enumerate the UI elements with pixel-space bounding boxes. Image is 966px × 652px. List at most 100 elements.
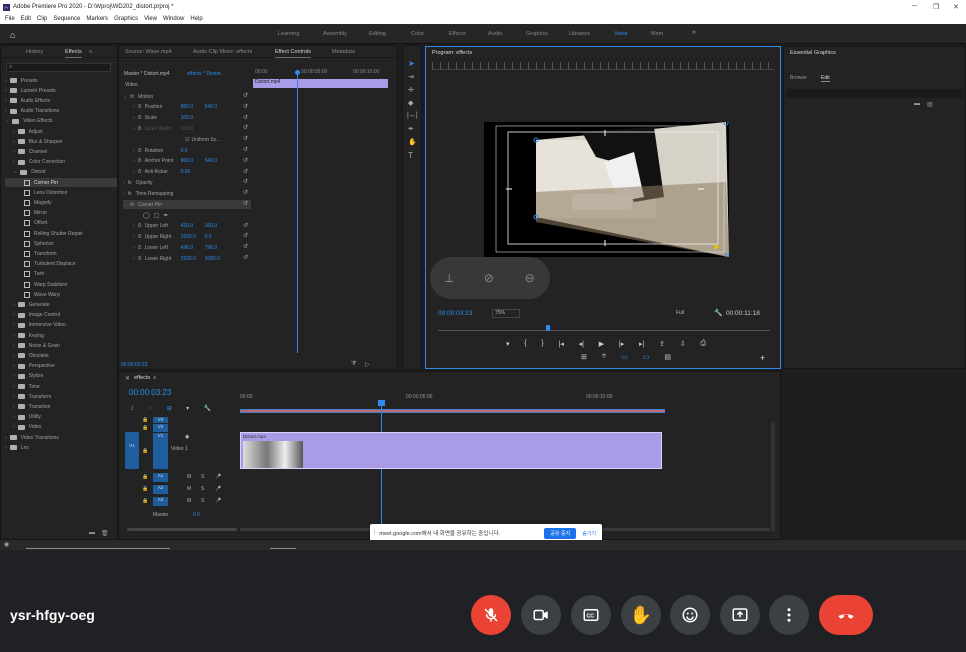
property-value[interactable]: 0.0	[181, 148, 205, 154]
reset-icon[interactable]: ↺	[243, 243, 248, 250]
panel-menu-icon[interactable]: ≡	[89, 49, 92, 55]
mark-in-icon[interactable]: {	[524, 340, 526, 350]
stopwatch-icon[interactable]: ⏱	[138, 256, 142, 262]
chevron-right-icon[interactable]: ›	[13, 322, 15, 328]
stopwatch-icon[interactable]: ⏱	[138, 245, 142, 251]
chevron-right-icon[interactable]: ›	[133, 234, 135, 240]
work-area-bar[interactable]	[240, 409, 665, 413]
property-value[interactable]: 1920.0	[181, 234, 205, 240]
menu-item[interactable]: Sequence	[53, 16, 80, 22]
program-timecode[interactable]: 00:00:03:23	[438, 310, 472, 317]
tab-source[interactable]: Source: Wave.mp4	[125, 49, 172, 55]
add-marker-icon[interactable]: ▾	[186, 405, 189, 412]
emoji-button[interactable]	[670, 595, 710, 635]
hand-tool-icon[interactable]: ✋	[408, 138, 417, 146]
reset-icon[interactable]: ↺	[243, 103, 248, 110]
effects-tree-item[interactable]: › Generate	[5, 300, 117, 309]
tab-effects[interactable]: Effects	[65, 49, 82, 58]
nest-icon[interactable]: ⤓	[131, 405, 134, 412]
effects-tree-item[interactable]: › Presets	[5, 76, 117, 85]
program-ruler[interactable]	[432, 62, 774, 70]
eye-icon[interactable]: ◉	[185, 434, 189, 440]
tab-sequence-effects[interactable]: effects	[134, 375, 150, 381]
effects-tree-item[interactable]: › Stylize	[5, 372, 117, 381]
layer-options-icon[interactable]: ▤	[927, 101, 933, 108]
play-audio-icon[interactable]: ▷	[365, 361, 370, 368]
chevron-right-icon[interactable]: ›	[13, 302, 15, 308]
solo-button[interactable]: S	[201, 498, 204, 504]
program-scrubber[interactable]	[438, 330, 770, 331]
effects-tree-item[interactable]: › Channel	[5, 147, 117, 156]
effect-property-row[interactable]: ☑ Uniform Sc...	[123, 135, 251, 144]
effects-tree-item[interactable]: › Keying	[5, 331, 117, 340]
chevron-right-icon[interactable]: ›	[133, 148, 135, 154]
property-value[interactable]: 960.0	[181, 158, 205, 164]
track-target-toggle[interactable]: V2	[153, 424, 168, 432]
chevron-right-icon[interactable]: ›	[13, 373, 15, 379]
checkbox-icon[interactable]: ☑	[185, 137, 189, 143]
effects-tree-item[interactable]: Mirror	[5, 209, 117, 218]
chevron-right-icon[interactable]: ›	[5, 435, 7, 441]
effects-tree-item[interactable]: › Lns	[5, 443, 117, 452]
effects-tree-item[interactable]: Twirl	[5, 270, 117, 279]
timeline-vertical-scrollbar[interactable]	[771, 422, 775, 532]
timeline-timecode[interactable]: 00:00:03:23	[129, 388, 171, 397]
effects-tree-item[interactable]: › Transform	[5, 392, 117, 401]
mute-button[interactable]: M	[187, 498, 191, 504]
chevron-right-icon[interactable]: ›	[133, 169, 135, 175]
track-select-tool-icon[interactable]: ⇥	[408, 73, 414, 81]
lock-icon[interactable]: 🔒	[142, 474, 148, 480]
raise-hand-button[interactable]: ✋	[621, 595, 661, 635]
reset-icon[interactable]: ↺	[243, 124, 248, 131]
effects-tree-item[interactable]: Rolling Shutter Repair	[5, 229, 117, 238]
meeting-code[interactable]: ysr-hfgy-oeg	[10, 607, 95, 623]
tab-audio-clip-mixer[interactable]: Audio Clip Mixer: effects	[193, 49, 252, 55]
ellipse-mask-icon[interactable]: ◯	[143, 212, 150, 219]
tab-effect-controls[interactable]: Effect Controls	[275, 49, 311, 58]
safe-margins-icon[interactable]: ▭	[621, 353, 628, 363]
workspace-tab[interactable]: Color	[411, 31, 424, 37]
settings-wrench-icon[interactable]: 🔧	[714, 309, 723, 317]
fx-toggle-icon[interactable]: fx	[128, 180, 132, 186]
remove-icon[interactable]: ⊖	[525, 271, 535, 285]
voiceover-mic-icon[interactable]: 🎤	[215, 498, 221, 504]
more-options-button[interactable]	[769, 595, 809, 635]
close-tab-icon[interactable]: ✕	[125, 375, 130, 382]
present-button[interactable]	[720, 595, 760, 635]
chevron-right-icon[interactable]: ›	[13, 129, 15, 135]
reset-icon[interactable]: ↺	[243, 157, 248, 164]
effect-property-row[interactable]: ◯ ▢ ✒	[123, 211, 251, 220]
program-playhead[interactable]	[546, 325, 550, 331]
effects-tree-item[interactable]: ⌄ Video Effects	[5, 117, 117, 126]
chevron-right-icon[interactable]: ›	[13, 404, 15, 410]
ec-ruler[interactable]: 00:00 00:00:05:00 00:00:10:00	[253, 68, 393, 76]
reset-icon[interactable]: ↺	[243, 189, 248, 196]
stopwatch-icon[interactable]: ⏱	[138, 126, 142, 132]
solo-button[interactable]: S	[201, 486, 204, 492]
sequence-clip-label[interactable]: effects * Distort...	[187, 71, 225, 77]
stopwatch-icon[interactable]: ⏱	[138, 158, 142, 164]
property-value[interactable]: 420.0	[181, 223, 205, 229]
panel-menu-icon[interactable]: ≡	[153, 375, 156, 381]
chevron-right-icon[interactable]: ›	[13, 424, 15, 430]
lock-icon[interactable]: 🔒	[142, 486, 148, 492]
reset-icon[interactable]: ↺	[243, 254, 248, 261]
chevron-right-icon[interactable]: ›	[13, 363, 15, 369]
fx-toggle-icon[interactable]: fx	[128, 191, 132, 197]
ripple-edit-tool-icon[interactable]: ✛	[408, 86, 414, 94]
chevron-right-icon[interactable]: ›	[13, 384, 15, 390]
effects-tree-item[interactable]: › Video	[5, 423, 117, 432]
snap-icon[interactable]: ∩	[148, 405, 152, 412]
reset-icon[interactable]: ↺	[243, 114, 248, 121]
chevron-down-icon[interactable]: ⌄	[5, 118, 9, 124]
camera-button[interactable]	[521, 595, 561, 635]
effects-tree-item[interactable]: Lens Distortion	[5, 188, 117, 197]
property-value[interactable]: 0.00	[181, 169, 205, 175]
effect-property-row[interactable]: › ⏱ Scale 100.0	[123, 114, 251, 123]
minimize-button[interactable]: ─	[912, 3, 917, 10]
ec-clip-bar[interactable]: Distort.mp4	[253, 79, 388, 88]
menu-item[interactable]: Graphics	[114, 16, 138, 22]
effects-tree-item[interactable]: › Obsolete	[5, 351, 117, 360]
tab-browse[interactable]: Browse	[790, 75, 807, 81]
effects-tree-item[interactable]: › Transition	[5, 402, 117, 411]
